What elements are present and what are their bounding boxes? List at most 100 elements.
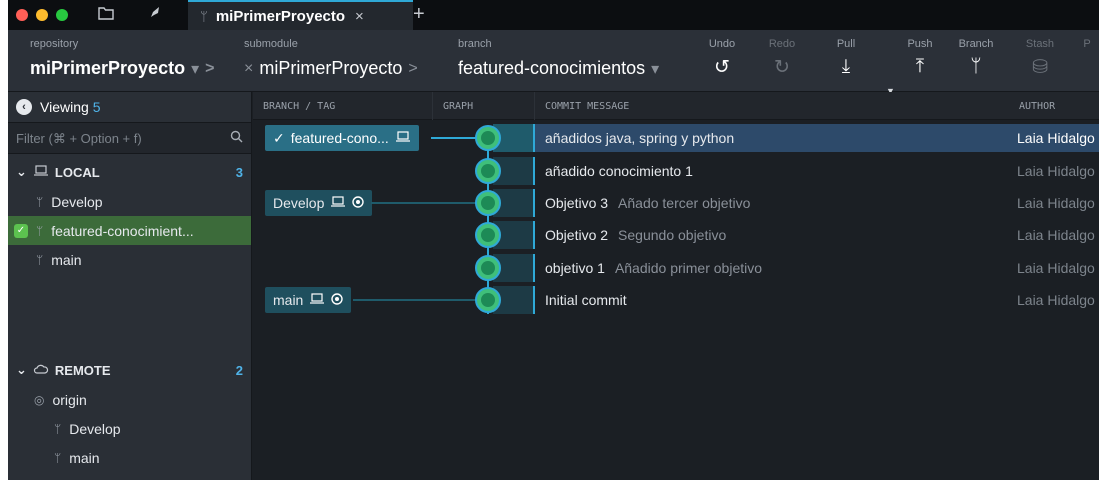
push-icon: ⤒: [915, 56, 925, 77]
remote-section-header[interactable]: ⌄ REMOTE 2: [8, 355, 251, 385]
minimize-window-button[interactable]: [36, 9, 48, 21]
commit-message: Objetivo 3 Añado tercer objetivo: [535, 189, 1015, 217]
cloud-icon: [33, 363, 49, 378]
remote-origin[interactable]: ◎ origin: [8, 385, 251, 414]
local-label: LOCAL: [54, 164, 100, 180]
laptop-icon: [33, 164, 49, 180]
commit-message-column-header[interactable]: COMMIT MESSAGE: [535, 92, 1009, 120]
search-icon[interactable]: [230, 130, 243, 146]
local-branch-develop[interactable]: ᛘ Develop: [8, 187, 251, 216]
branch-tag-column-header[interactable]: BRANCH / TAG: [253, 92, 433, 120]
branch-icon: ᛘ: [200, 8, 208, 24]
commit-row[interactable]: main Initial commit Laia Hidalgo: [253, 284, 1099, 316]
repository-selector[interactable]: repository miPrimerProyecto ▾ >: [30, 38, 214, 79]
commit-summary: Initial commit: [545, 292, 627, 308]
tag-connector: [353, 299, 477, 301]
branch-icon: ᛘ: [970, 56, 982, 77]
close-window-button[interactable]: [16, 9, 28, 21]
maximize-window-button[interactable]: [56, 9, 68, 21]
push-button[interactable]: Push ⤒: [898, 38, 942, 78]
chevron-left-icon[interactable]: ‹: [16, 99, 32, 115]
branch-label: featured-conocimient...: [51, 222, 194, 239]
branch-selector[interactable]: branch featured-conocimientos ▾: [458, 38, 659, 79]
commit-row[interactable]: añadido conocimiento 1 Laia Hidalgo: [253, 155, 1099, 187]
sidebar: ‹ Viewing 5 ⌄ LOCAL 3 ᛘ Develop ✓ ᛘ feat…: [8, 92, 252, 480]
pop-button[interactable]: P: [1072, 38, 1099, 50]
repository-caption: repository: [30, 38, 79, 50]
branch-tag-label: Develop: [273, 195, 325, 211]
commit-summary: Objetivo 2: [545, 227, 609, 243]
author-column-header[interactable]: AUTHOR: [1009, 92, 1099, 120]
undo-label: Undo: [708, 38, 736, 50]
chevron-right-icon: >: [408, 59, 418, 77]
commit-row[interactable]: ✓ featured-cono... añadidos java, spring…: [253, 122, 1099, 154]
commit-message: Objetivo 2 Segundo objetivo: [535, 221, 1015, 249]
commit-avatar[interactable]: [475, 190, 501, 216]
new-tab-button[interactable]: +: [413, 3, 425, 26]
tab-close-icon[interactable]: ×: [355, 8, 364, 25]
chevron-down-icon: ⌄: [16, 164, 27, 179]
checkbox-icon[interactable]: ✓: [14, 223, 28, 238]
check-icon: ✓: [273, 129, 285, 146]
branch-name: featured-conocimientos: [458, 58, 646, 78]
toolbar: repository miPrimerProyecto ▾ > submodul…: [8, 30, 1099, 96]
commit-author: Laia Hidalgo: [1017, 163, 1095, 179]
branch-tag-main[interactable]: main: [265, 287, 352, 313]
repo-tab[interactable]: ᛘ miPrimerProyecto ×: [188, 0, 413, 30]
commit-avatar[interactable]: [475, 287, 501, 313]
local-count: 3: [235, 164, 243, 180]
submodule-caption: submodule: [244, 38, 298, 50]
remote-branch-develop[interactable]: ᛘ Develop: [8, 414, 251, 443]
laptop-icon: [330, 195, 346, 211]
commit-avatar[interactable]: [475, 222, 501, 248]
stash-button[interactable]: Stash ⛁: [1018, 38, 1062, 78]
pop-label: P: [1083, 38, 1091, 50]
redo-label: Redo: [768, 38, 796, 50]
local-section-header[interactable]: ⌄ LOCAL 3: [8, 157, 251, 187]
laptop-icon: [395, 130, 411, 146]
commit-author: Laia Hidalgo: [1017, 227, 1095, 243]
pull-button[interactable]: Pull ⤓: [824, 38, 868, 78]
commit-message: añadidos java, spring y python: [535, 124, 1015, 152]
commit-message: añadido conocimiento 1: [535, 157, 1015, 185]
commit-row[interactable]: Objetivo 2 Segundo objetivo Laia Hidalgo: [253, 219, 1099, 251]
submodule-selector[interactable]: submodule × miPrimerProyecto >: [244, 38, 418, 79]
github-icon: ◎: [34, 392, 45, 407]
github-icon: [352, 195, 365, 211]
viewing-header[interactable]: ‹ Viewing 5: [8, 92, 251, 122]
redo-button[interactable]: Redo ↻: [760, 38, 804, 78]
commit-avatar[interactable]: [475, 255, 501, 281]
stash-label: Stash: [1025, 38, 1055, 50]
commit-summary: añadido conocimiento 1: [545, 163, 693, 179]
branch-tag-featured[interactable]: ✓ featured-cono...: [265, 125, 419, 151]
branch-icon: ᛘ: [36, 194, 44, 209]
chevron-right-icon: >: [205, 59, 215, 77]
remote-branch-main[interactable]: ᛘ main: [8, 443, 251, 472]
branch-icon: ᛘ: [36, 223, 44, 238]
commit-avatar[interactable]: [475, 158, 501, 184]
folder-icon[interactable]: [98, 6, 114, 23]
commit-row[interactable]: Develop Objetivo 3 Añado tercer objetivo…: [253, 187, 1099, 219]
title-bar: ᛘ miPrimerProyecto × +: [8, 0, 1099, 30]
branch-button[interactable]: Branch ᛘ: [954, 38, 998, 78]
local-branch-featured[interactable]: ✓ ᛘ featured-conocimient...: [8, 216, 251, 245]
rocket-icon[interactable]: [148, 6, 162, 23]
remote-count: 2: [235, 362, 243, 378]
commit-row[interactable]: objetivo 1 Añadido primer objetivo Laia …: [253, 252, 1099, 284]
origin-label: origin: [52, 391, 87, 408]
graph-column-header[interactable]: GRAPH: [433, 92, 535, 120]
branch-tag-develop[interactable]: Develop: [265, 190, 373, 216]
commit-author: Laia Hidalgo: [1017, 260, 1095, 276]
commit-avatar[interactable]: [475, 125, 501, 151]
filter-input[interactable]: [16, 130, 216, 146]
chevron-down-icon: ▾: [191, 60, 200, 78]
tag-connector: [371, 202, 477, 204]
github-icon: [331, 292, 344, 308]
remote-label: REMOTE: [54, 362, 111, 378]
close-submodule-icon[interactable]: ×: [244, 60, 253, 78]
undo-icon: ↺: [714, 57, 730, 78]
local-branch-main[interactable]: ᛘ main: [8, 245, 251, 274]
redo-icon: ↻: [774, 57, 790, 78]
undo-button[interactable]: Undo ↺: [700, 38, 744, 78]
pull-label: Pull: [836, 38, 856, 50]
